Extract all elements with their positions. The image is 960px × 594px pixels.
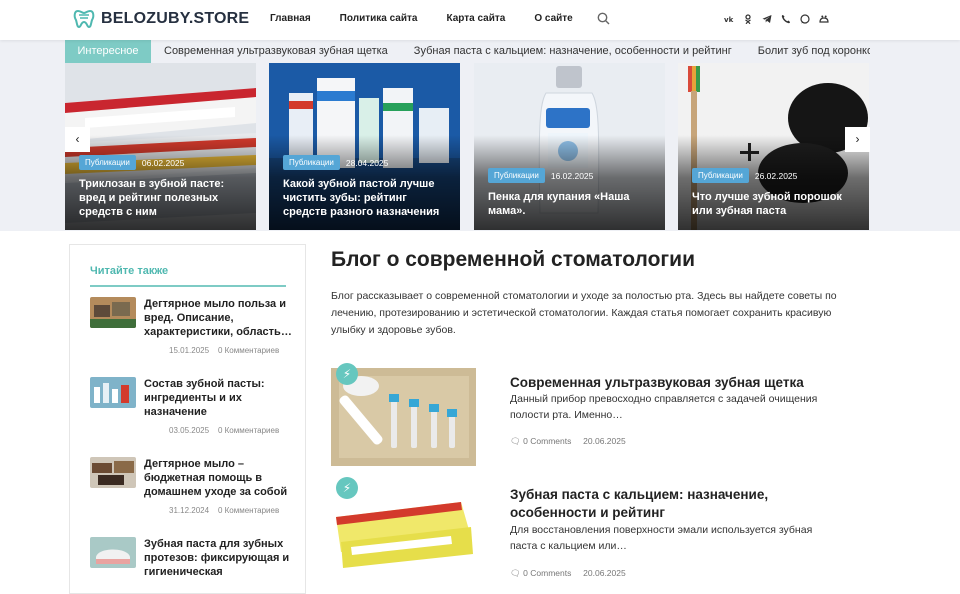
- post-excerpt: Данный прибор превосходно справляется с …: [510, 393, 818, 421]
- post-date: 20.06.2025: [583, 436, 626, 446]
- comment-icon: 🗨: [510, 436, 521, 446]
- slide-title[interactable]: Какой зубной пастой лучше чистить зубы: …: [283, 177, 450, 219]
- ok-icon[interactable]: [743, 14, 753, 25]
- sidebar-item-meta: 15.01.2025 0 Комментариев: [169, 346, 279, 355]
- sidebar-divider: [90, 285, 286, 287]
- post-title[interactable]: Современная ультразвуковая зубная щетка: [510, 374, 830, 392]
- news-ticker: Интересное Современная ультразвуковая зу…: [65, 40, 870, 63]
- category-badge[interactable]: Публикации: [488, 168, 545, 183]
- vk-icon[interactable]: vk: [724, 14, 734, 24]
- item-comments[interactable]: 0 Комментариев: [218, 426, 279, 435]
- main-nav: Главная Политика сайта Карта сайта О сай…: [270, 13, 573, 24]
- slide-title[interactable]: Пенка для купания «Наша мама».: [488, 190, 655, 218]
- ticker-label: Интересное: [65, 40, 151, 63]
- nav-about[interactable]: О сайте: [534, 13, 572, 24]
- sidebar-title: Читайте также: [90, 265, 169, 277]
- ticker-items: Современная ультразвуковая зубная щетка …: [164, 40, 870, 63]
- slide-title[interactable]: Триклозан в зубной пасте: вред и рейтинг…: [79, 177, 246, 219]
- item-date: 31.12.2024: [169, 506, 210, 515]
- sidebar-item-meta: 03.05.2025 0 Комментариев: [169, 426, 279, 435]
- comment-icon: 🗨: [510, 568, 521, 578]
- item-date: 15.01.2025: [169, 346, 210, 355]
- sidebar-item-title[interactable]: Дегтярное мыло – бюджетная помощь в дома…: [144, 457, 292, 499]
- viber-icon[interactable]: [781, 14, 791, 24]
- category-badge[interactable]: Публикации: [283, 155, 340, 170]
- slide-date: 16.02.2025: [550, 170, 594, 181]
- slider-prev-button[interactable]: ‹: [65, 127, 90, 152]
- category-badge[interactable]: Публикации: [79, 155, 136, 170]
- slide-meta: Публикации 26.02.2025: [692, 168, 797, 183]
- nav-policy[interactable]: Политика сайта: [340, 13, 418, 24]
- post-comments[interactable]: 0 Comments: [523, 436, 571, 446]
- site-logo[interactable]: BELOZUBY.STORE: [73, 9, 249, 29]
- slide-date: 26.02.2025: [754, 170, 798, 181]
- site-header: BELOZUBY.STORE Главная Политика сайта Ка…: [0, 0, 960, 40]
- slide-card[interactable]: Публикации 26.02.2025 Что лучше зубной п…: [678, 63, 869, 230]
- post-meta: 🗨 0 Comments 20.06.2025: [510, 436, 626, 447]
- ticker-item[interactable]: Современная ультразвуковая зубная щетка: [164, 40, 388, 63]
- article-thumbnail: [90, 377, 136, 408]
- ticker-item[interactable]: Зубная паста с кальцием: назначение, осо…: [414, 40, 732, 63]
- slide-date: 28.04.2025: [345, 157, 389, 168]
- slide-card[interactable]: Публикации 06.02.2025 Триклозан в зубной…: [65, 63, 256, 230]
- sidebar-item-meta: 31.12.2024 0 Комментариев: [169, 506, 279, 515]
- ticker-item[interactable]: Болит зуб под коронкой, ч: [758, 40, 870, 63]
- search-icon[interactable]: [597, 12, 610, 25]
- slide-meta: Публикации 06.02.2025: [79, 155, 184, 170]
- post-excerpt: Для восстановления поверхности эмали исп…: [510, 524, 813, 552]
- item-comments[interactable]: 0 Комментариев: [218, 506, 279, 515]
- slider-next-button[interactable]: ›: [845, 127, 870, 152]
- sidebar-item-title[interactable]: Зубная паста для зубных протезов: фиксир…: [144, 537, 292, 579]
- post-date: 20.06.2025: [583, 568, 626, 578]
- whatsapp-icon[interactable]: [800, 14, 810, 24]
- social-links: vk: [724, 14, 829, 25]
- lightning-icon: ⚡: [336, 363, 358, 385]
- nav-sitemap[interactable]: Карта сайта: [446, 13, 505, 24]
- page-title: Блог о современной стоматологии: [331, 248, 695, 271]
- pinterest-icon[interactable]: [819, 14, 829, 24]
- post-meta: 🗨 0 Comments 20.06.2025: [510, 568, 626, 579]
- slide-card[interactable]: Публикации 16.02.2025 Пенка для купания …: [474, 63, 665, 230]
- slide-title[interactable]: Что лучше зубной порошок или зубная паст…: [692, 190, 859, 218]
- sidebar-read-also: Читайте также Дегтярное мыло польза и вр…: [69, 244, 306, 594]
- nav-home[interactable]: Главная: [270, 13, 311, 24]
- slide-meta: Публикации 28.04.2025: [283, 155, 388, 170]
- post-comments[interactable]: 0 Comments: [523, 568, 571, 578]
- post-title[interactable]: Зубная паста с кальцием: назначение, осо…: [510, 486, 830, 522]
- article-thumbnail: [90, 537, 136, 568]
- sidebar-item-title[interactable]: Состав зубной пасты: ингредиенты и их на…: [144, 377, 292, 419]
- slide-card[interactable]: Публикации 28.04.2025 Какой зубной пасто…: [269, 63, 460, 230]
- item-comments[interactable]: 0 Комментариев: [218, 346, 279, 355]
- sidebar-item-title[interactable]: Дегтярное мыло польза и вред. Описание, …: [144, 297, 292, 339]
- logo-text: BELOZUBY.STORE: [101, 10, 250, 27]
- svg-text:vk: vk: [724, 16, 734, 24]
- tooth-logo-icon: [73, 9, 95, 29]
- category-badge[interactable]: Публикации: [692, 168, 749, 183]
- slide-meta: Публикации 16.02.2025: [488, 168, 593, 183]
- lightning-icon: ⚡: [336, 477, 358, 499]
- page-description: Блог рассказывает о современной стоматол…: [331, 290, 837, 336]
- article-thumbnail: [90, 297, 136, 328]
- slide-date: 06.02.2025: [141, 157, 185, 168]
- featured-slider: Публикации 06.02.2025 Триклозан в зубной…: [65, 63, 870, 230]
- article-thumbnail: [90, 457, 136, 488]
- telegram-icon[interactable]: [762, 14, 772, 24]
- item-date: 03.05.2025: [169, 426, 210, 435]
